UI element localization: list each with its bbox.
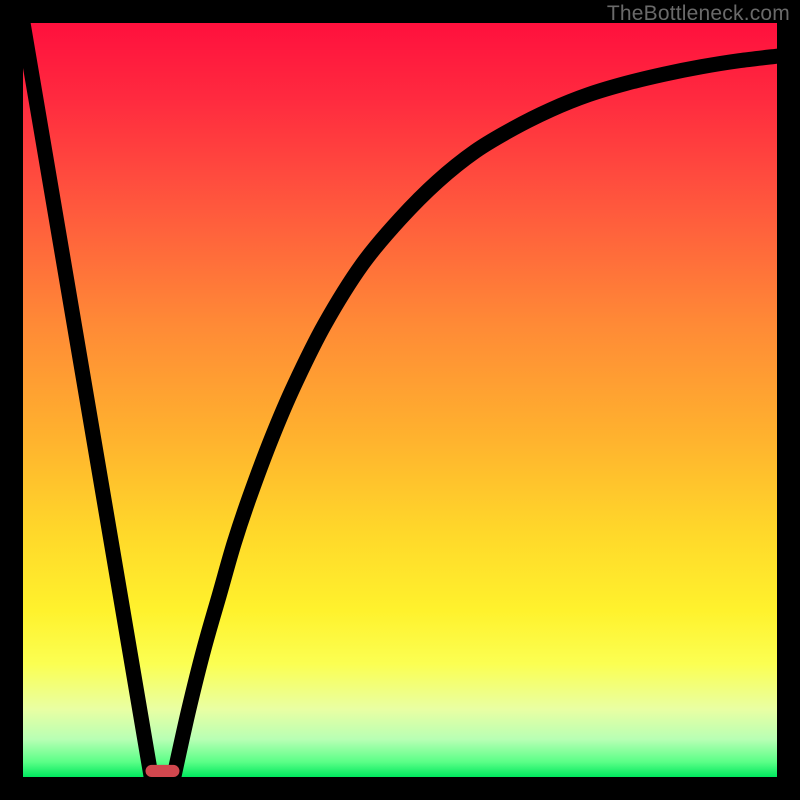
left-line-series [23,23,151,777]
plot-area [23,23,777,777]
chart-svg [23,23,777,777]
watermark-text: TheBottleneck.com [607,2,790,26]
right-curve-series [174,56,777,777]
chart-frame: TheBottleneck.com [0,0,800,800]
bottleneck-marker [146,765,180,777]
